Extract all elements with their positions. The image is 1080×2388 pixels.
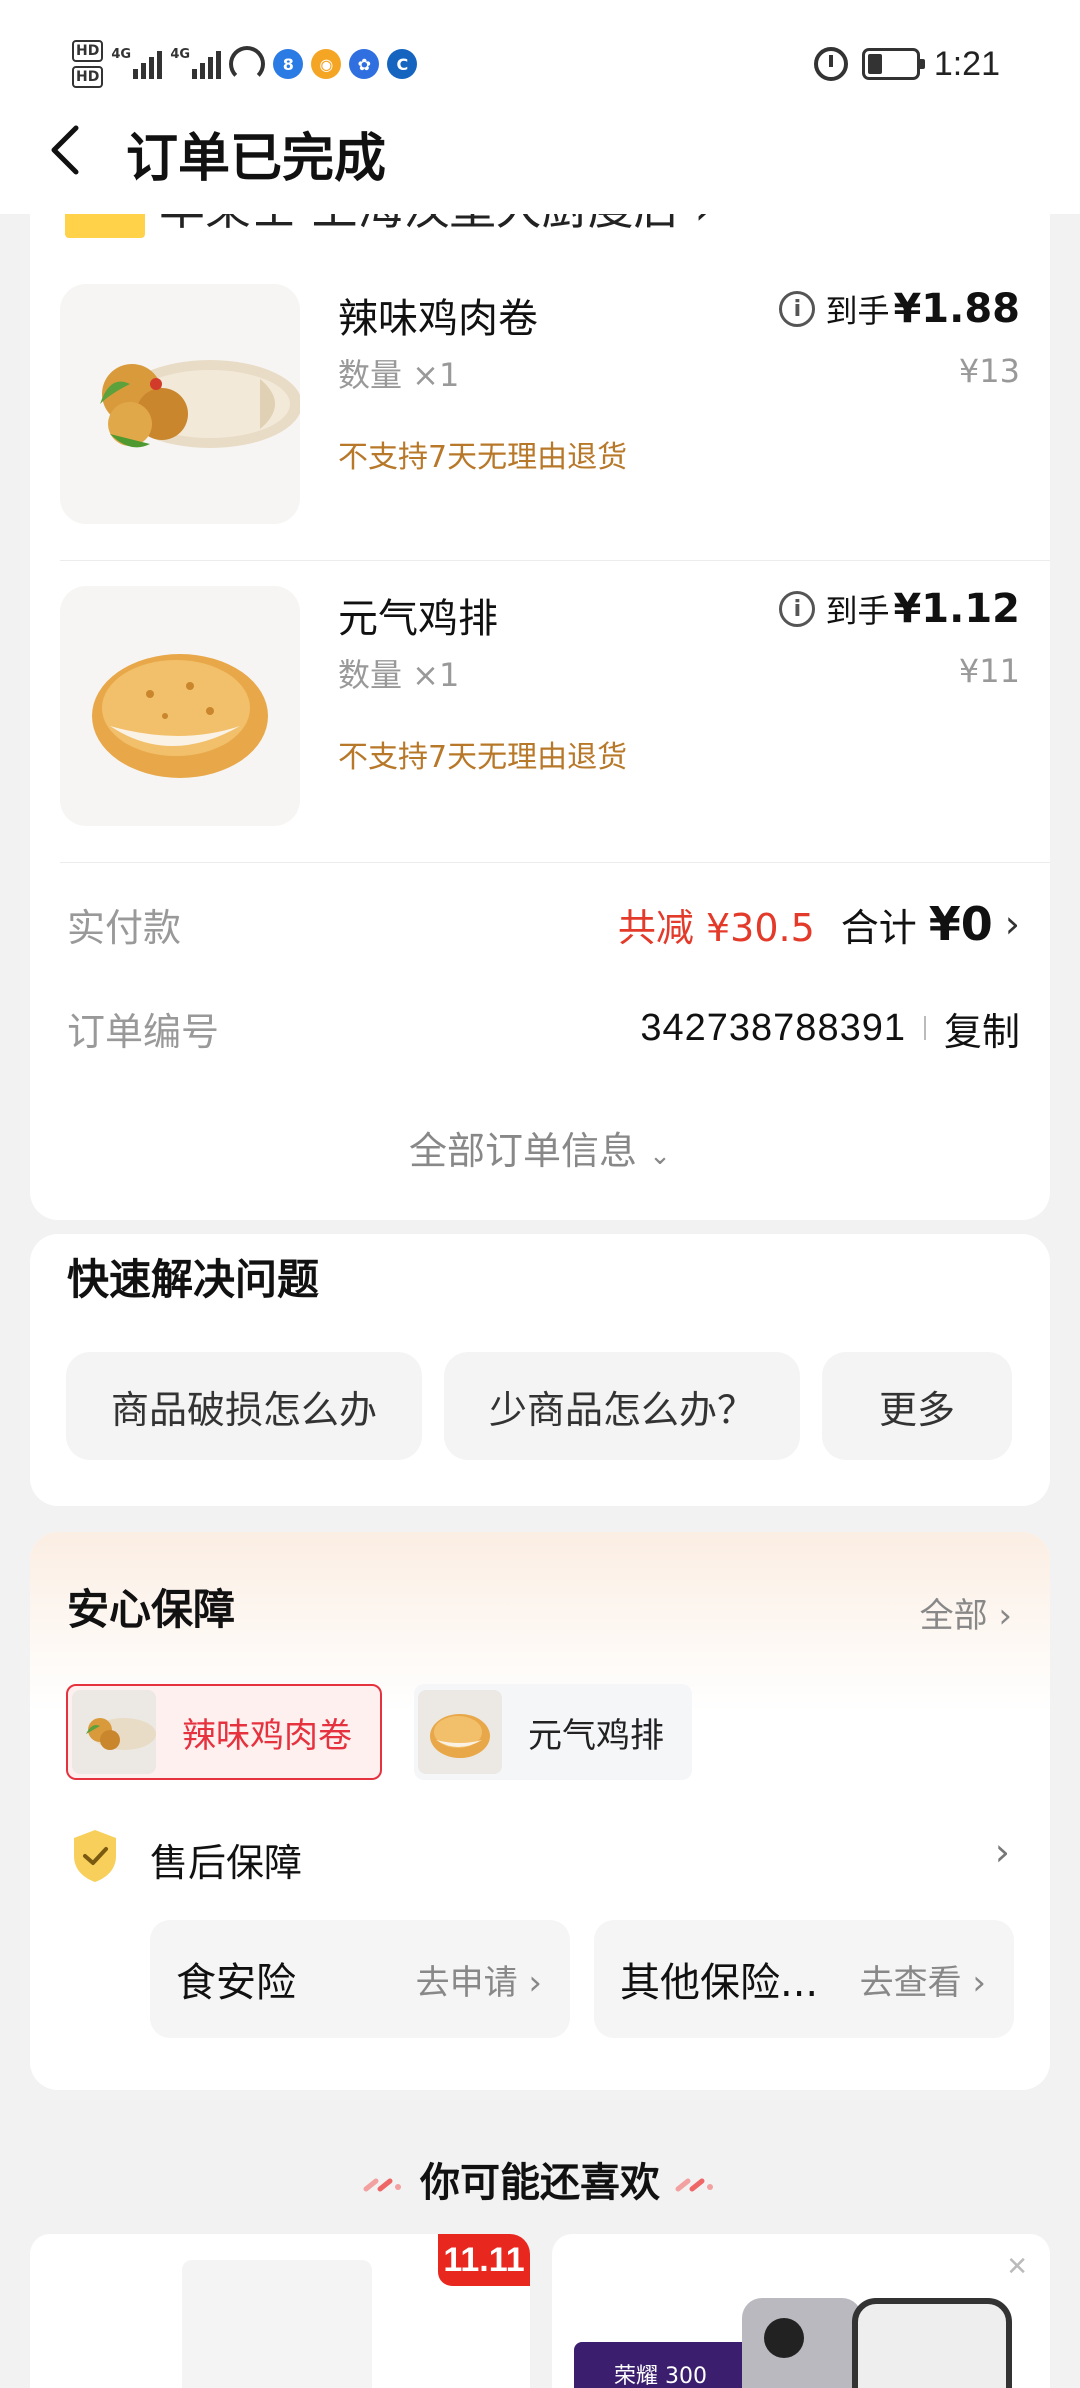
order-number-label: 订单编号 [67,1009,220,1054]
phone-image [742,2298,862,2388]
decor-stroke-icon [363,2178,402,2192]
page-title: 订单已完成 [126,129,387,189]
divider [60,862,1050,863]
weibo-icon: ◉ [311,49,342,79]
ad-tag: 荣耀 300 [574,2342,764,2388]
tab-chicken-cutlet[interactable]: 元气鸡排 [414,1684,692,1780]
chevron-right-icon: › [972,1962,986,2003]
insurance-food-safety[interactable]: 食安险 去申请 › [150,1920,570,2038]
order-card: 华莱士·上海汉堡大厨度店 › 辣味鸡肉卷 数量 ×1 不支持7天无理由退货 i … [30,188,1050,1220]
item-name: 辣味鸡肉卷 [338,296,538,342]
aftersale-label[interactable]: 售后保障 [150,1832,302,1887]
battery-icon [861,48,925,80]
quick-solve-title: 快速解决问题 [67,1255,320,1304]
decor-stroke-icon [675,2178,713,2192]
tab-chicken-wrap[interactable]: 辣味鸡肉卷 [66,1684,382,1780]
total-amount: ¥0 [928,897,993,951]
shield-check-icon [74,1830,116,1882]
chevron-right-icon: › [1004,902,1020,946]
order-number: 342738788391 [640,1006,906,1049]
separator [923,1016,926,1040]
hd-voice-icon: HD [72,40,104,62]
phone-image [852,2298,1012,2388]
signal-icon: 4G [170,47,222,79]
total-label: 合计 [840,905,917,950]
return-policy: 不支持7天无理由退货 [338,740,628,775]
alarm-icon [813,47,848,81]
copy-button[interactable]: 复制 [944,1001,1020,1056]
order-item[interactable]: 元气鸡排 数量 ×1 不支持7天无理由退货 i 到手 ¥1.12 ¥11 [30,586,1050,886]
chip-damaged-goods[interactable]: 商品破损怎么办 [66,1352,422,1460]
product-thumb [72,1690,156,1774]
divider [60,560,1050,561]
browser-icon: C [387,49,418,79]
payment-label: 实付款 [67,905,182,950]
chevron-down-icon: ⌄ [649,1141,671,1171]
status-right: 1:21 [813,40,1000,88]
product-image-chicken-wrap[interactable] [60,284,300,524]
close-icon[interactable]: ✕ [1006,2252,1028,2282]
return-policy: 不支持7天无理由退货 [338,440,628,475]
product-image-text: SHI [228,2384,311,2388]
double-eleven-badge: 11.11 [438,2234,530,2286]
quick-solve-card: 快速解决问题 商品破损怎么办 少商品怎么办？ 更多 [30,1234,1050,1506]
status-bar: HD HD 4G 4G 8 ◉ ✿ C 1:21 [0,0,1080,130]
app-notification-icon: 8 [273,49,304,79]
all-order-info-toggle[interactable]: 全部订单信息 ⌄ [30,1120,1050,1175]
item-quantity: 数量 ×1 [338,356,460,394]
discount-amount: 共减 ¥30.5 [617,905,815,950]
chevron-right-icon: › [998,1596,1012,1636]
clock: 1:21 [933,44,1000,83]
view-all-link[interactable]: 全部 › [920,1588,1012,1637]
insurance-other[interactable]: 其他保险... 去查看 › [594,1920,1014,2038]
item-name: 元气鸡排 [338,596,498,642]
assurance-title: 安心保障 [67,1585,236,1634]
hotspot-icon [229,46,266,82]
order-item[interactable]: 辣味鸡肉卷 数量 ×1 不支持7天无理由退货 i 到手 ¥1.88 ¥13 [30,284,1050,584]
back-arrow-icon[interactable] [46,122,86,178]
hd-voice-icon: HD [72,66,104,88]
assurance-card: 安心保障 全部 › 辣味鸡肉卷 元气鸡排 售后保障 › 食安险 去申请 › 其他… [30,1532,1050,2090]
chip-more[interactable]: 更多 [822,1352,1012,1460]
recommend-title: 你可能还喜欢 [0,2150,1080,2208]
item-quantity: 数量 ×1 [338,656,460,694]
payment-row[interactable]: 实付款 共减 ¥30.5 合计 ¥0 › [67,894,1020,954]
baidu-icon: ✿ [349,49,380,79]
signal-icon: 4G [111,47,163,79]
original-price: ¥13 [958,352,1020,390]
recommend-ad-card[interactable]: ✕ 荣耀 300 [552,2234,1050,2388]
product-image [182,2260,372,2388]
info-icon[interactable]: i [779,591,816,627]
status-left: HD HD 4G 4G 8 ◉ ✿ C [72,36,418,92]
chevron-right-icon[interactable]: › [995,1830,1010,1874]
chip-missing-goods[interactable]: 少商品怎么办？ [444,1352,800,1460]
final-price[interactable]: i 到手 ¥1.12 [779,586,1020,632]
original-price: ¥11 [958,652,1020,690]
info-icon[interactable]: i [779,291,816,327]
final-price[interactable]: i 到手 ¥1.88 [779,286,1020,332]
chevron-right-icon: › [528,1962,542,2003]
product-image-chicken-cutlet[interactable] [60,586,300,826]
order-number-row: 订单编号 342738788391 复制 [67,998,1020,1058]
recommend-product-card[interactable]: SHI 11.11 [30,2234,530,2388]
product-thumb [418,1690,502,1774]
